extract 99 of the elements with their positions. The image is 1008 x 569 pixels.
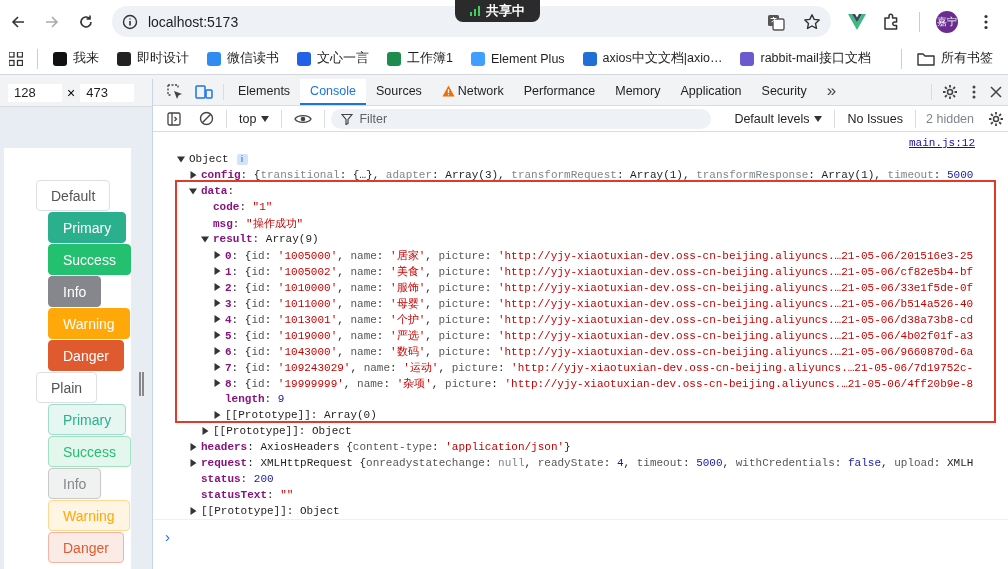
menu-icon[interactable] [984, 13, 988, 30]
times-sign: × [66, 84, 77, 101]
expand-arrow-icon[interactable] [201, 235, 209, 243]
filter-icon [341, 112, 354, 125]
console-text: 6: {id: '1043000', name: '数码', picture: 'http://yjy-xiaotuxian-dev.oss-cn-beijing.aliyuncs.…21-05-06/9660870d-6a [225, 344, 974, 359]
source-link[interactable]: main.js:12 [909, 137, 975, 149]
expand-arrow-icon[interactable] [213, 331, 221, 339]
expand-arrow-icon[interactable] [189, 187, 197, 195]
signal-bars-icon [470, 6, 480, 16]
device-toolbar-icon[interactable] [195, 84, 213, 100]
expand-arrow-icon[interactable] [189, 171, 197, 179]
bookmark-link[interactable]: 文心一言 [290, 47, 376, 70]
console-text: data: [201, 185, 234, 197]
expand-arrow-icon[interactable] [213, 411, 221, 419]
caret-icon [814, 115, 823, 122]
bookmark-link[interactable]: 我来 [46, 47, 106, 70]
expand-arrow-icon[interactable] [189, 459, 197, 467]
hidden-count: 2 hidden [925, 111, 975, 126]
close-icon[interactable] [990, 86, 1002, 98]
reload-icon[interactable] [77, 13, 94, 30]
devtools-tab[interactable]: Performance [513, 79, 606, 105]
console-text: Object [189, 153, 229, 165]
translate-icon[interactable] [767, 12, 786, 31]
all-bookmarks-folder[interactable]: 所有书签 [910, 47, 1000, 70]
inspect-element-icon[interactable] [167, 84, 183, 100]
expand-arrow-icon[interactable] [177, 155, 185, 163]
expand-arrow-icon[interactable] [213, 347, 221, 355]
expand-arrow-icon[interactable] [201, 427, 209, 435]
back-arrow-icon[interactable] [10, 13, 26, 30]
console-text: 3: {id: '1011000', name: '母婴', picture: 'http://yjy-xiaotuxian-dev.oss-cn-beijing.aliyuncs.…21-05-06/b514a526-40 [225, 296, 974, 311]
console-text: length: 9 [225, 393, 285, 405]
clear-console-icon[interactable] [199, 111, 214, 126]
context-dropdown[interactable]: top [233, 111, 276, 126]
button[interactable]: Info [48, 276, 102, 307]
warning-icon [441, 85, 455, 97]
settings-icon[interactable] [988, 110, 1004, 127]
profile-avatar[interactable]: 嘉宁 [936, 10, 959, 33]
console-text: 0: {id: '1005000', name: '居家', picture: 'http://yjy-xiaotuxian-dev.oss-cn-beijing.aliyuncs.…21-05-06/201516e3-25 [225, 248, 974, 263]
console-text: 4: {id: '1013001', name: '个护', picture: 'http://yjy-xiaotuxian-dev.oss-cn-beijing.aliyuncs.…21-05-06/d38a73b8-cd [225, 312, 974, 327]
button[interactable]: Plain [36, 372, 98, 403]
more-tabs-button[interactable]: » [816, 79, 847, 105]
expand-arrow-icon[interactable] [189, 507, 197, 515]
console-text: [[Prototype]]: Object [213, 425, 352, 437]
console-text: config: {transitional: {…}, adapter: Array(3), transformRequest: Array(1), transformResponse: Array(1), timeout: 5000 [201, 169, 974, 181]
bookmark-link[interactable]: rabbit-mail接口文档 [733, 47, 878, 70]
expand-arrow-icon[interactable] [213, 379, 221, 387]
console-text: code: "1" [213, 201, 273, 213]
console-text: result: Array(9) [213, 233, 319, 245]
info-icon[interactable] [121, 13, 138, 30]
devtools-tab[interactable]: Memory [605, 79, 671, 105]
devtools-tab[interactable]: Elements [228, 79, 301, 105]
star-icon[interactable] [803, 12, 822, 31]
bookmark-link[interactable]: 即时设计 [110, 47, 196, 70]
issues-count[interactable]: No Issues [841, 111, 910, 126]
resize-handle[interactable] [139, 372, 144, 396]
button[interactable]: Danger [48, 340, 124, 371]
expand-arrow-icon[interactable] [213, 267, 221, 275]
bookmark-link[interactable]: 工作簿1 [380, 47, 460, 70]
log-levels-dropdown[interactable]: Default levels [728, 111, 829, 126]
settings-icon[interactable] [942, 84, 958, 100]
button[interactable]: Default [36, 180, 111, 211]
expand-arrow-icon[interactable] [213, 251, 221, 259]
bookmark-link[interactable]: 微信读书 [200, 47, 286, 70]
console-text: 5: {id: '1019000', name: '严选', picture: 'http://yjy-xiaotuxian-dev.oss-cn-beijing.aliyuncs.…21-05-06/4b02f01f-a3 [225, 328, 974, 343]
filter-field[interactable]: Filter [331, 108, 712, 129]
console-text: [[Prototype]]: Array(0) [225, 409, 377, 421]
bookmark-link[interactable]: axios中文文档|axio… [575, 47, 730, 70]
devtools-tab[interactable]: Sources [366, 79, 432, 105]
console-text: status: 200 [201, 473, 274, 485]
expand-arrow-icon[interactable] [213, 283, 221, 291]
devtools-tab[interactable]: Application [670, 79, 752, 105]
width-field[interactable]: 128 [8, 83, 62, 102]
expand-arrow-icon[interactable] [213, 299, 221, 307]
console-text: request: XMLHttpRequest {onreadystatechange: null, readyState: 4, timeout: 5000, withCredentials: false, upload: XMLH [201, 457, 974, 469]
console-text: 7: {id: '109243029', name: '运动', picture: 'http://yjy-xiaotuxian-dev.oss-cn-beijing.aliyuncs.…21-05-06/7d19752c- [225, 360, 974, 375]
console-text: msg: "操作成功" [213, 216, 304, 231]
devtools-tab[interactable]: Security [751, 79, 817, 105]
expand-arrow-icon[interactable] [213, 315, 221, 323]
vue-logo-icon[interactable] [848, 13, 867, 30]
console-text: statusText: "" [201, 489, 294, 501]
more-options-icon[interactable] [972, 85, 976, 99]
expand-arrow-icon[interactable] [189, 443, 197, 451]
expand-arrow-icon[interactable] [213, 363, 221, 371]
eye-icon[interactable] [294, 112, 313, 125]
console-text: 1: {id: '1005002', name: '美食', picture: 'http://yjy-xiaotuxian-dev.oss-cn-beijing.aliyuncs.…21-05-06/cf82e5b4-bf [225, 264, 974, 279]
console-prompt[interactable]: › [153, 520, 1008, 545]
bookmark-link[interactable]: Element Plus [463, 48, 572, 69]
console-text: [[Prototype]]: Object [201, 505, 340, 517]
console-text: 2: {id: '1010000', name: '服饰', picture: 'http://yjy-xiaotuxian-dev.oss-cn-beijing.aliyuncs.…21-05-06/33e1f5de-0f [225, 280, 974, 295]
height-field[interactable]: 473 [80, 83, 135, 102]
info-badge[interactable]: i [236, 153, 248, 165]
devtools-tab[interactable]: Network [431, 79, 514, 105]
apps-grid-icon[interactable] [9, 51, 23, 66]
devtools-tab[interactable]: Console [300, 79, 366, 105]
console-text: 8: {id: '19999999', name: '杂项', picture: 'http://yjy-xiaotuxian-dev.oss-cn-beijing.aliyuncs.…21-05-06/4ff20b9e-8 [225, 376, 974, 391]
sidebar-toggle-icon[interactable] [167, 111, 181, 126]
folder-icon [917, 51, 935, 66]
console-text: headers: AxiosHeaders {content-type: 'application/json'} [201, 441, 571, 453]
caret-icon [261, 115, 270, 122]
